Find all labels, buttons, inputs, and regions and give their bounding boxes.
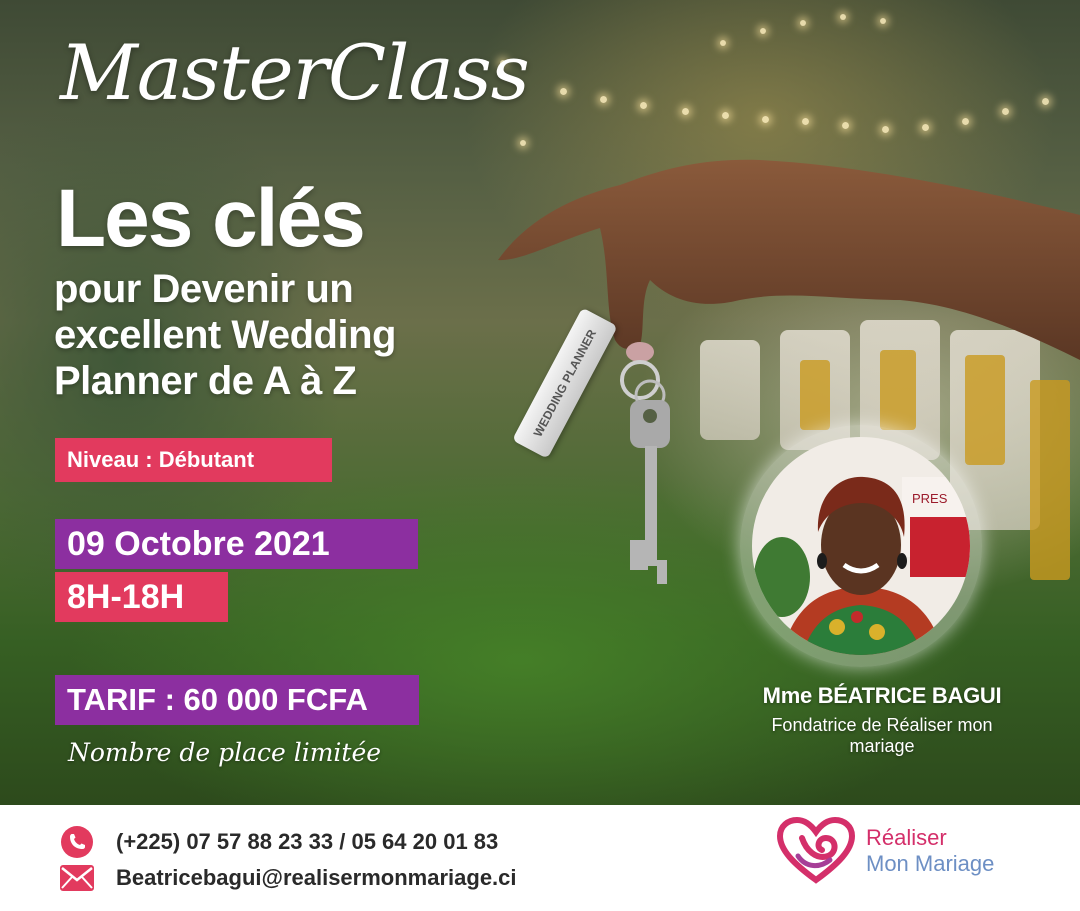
event-poster: WEDDING PLANNER MasterClass Les clés pou… (0, 0, 1080, 805)
brand-name: Réaliser Mon Mariage (866, 825, 994, 877)
brand-logo: Réaliser Mon Mariage (776, 816, 994, 886)
phone-number[interactable]: (+225) 07 57 88 23 33 / 05 64 20 01 83 (116, 829, 498, 855)
brand-heart-icon (776, 816, 856, 884)
email-contact: Beatricebagui@realisermonmariage.ci (60, 861, 517, 895)
price-badge: TARIF : 60 000 FCFA (55, 675, 419, 725)
headline: Les clés (56, 173, 366, 264)
subhead-line: pour Devenir un (54, 267, 354, 311)
phone-contact: (+225) 07 57 88 23 33 / 05 64 20 01 83 (60, 825, 498, 859)
email-address[interactable]: Beatricebagui@realisermonmariage.ci (116, 865, 517, 891)
subhead-line: excellent Wedding (54, 313, 396, 357)
speaker-role: Fondatrice de Réaliser mon mariage (771, 715, 993, 756)
subheadline: pour Devenir un excellent Wedding Planne… (54, 266, 396, 404)
speaker-photo: PRES (752, 437, 970, 655)
brand-line-1: Réaliser (866, 825, 947, 850)
brand-line-2: Mon Mariage (866, 851, 995, 876)
subhead-line: Planner de A à Z (54, 359, 357, 403)
event-time: 8H-18H (55, 572, 228, 622)
masterclass-title: MasterClass (60, 28, 530, 117)
portrait-sign-text: PRES (912, 491, 948, 506)
event-date: 09 Octobre 2021 (55, 519, 418, 569)
level-badge: Niveau : Débutant (55, 438, 332, 482)
limited-places-note: Nombre de place limitée (68, 738, 382, 767)
speaker-name: Mme BÉATRICE BAGUI (762, 683, 1002, 708)
key-icon (630, 400, 670, 584)
phone-icon (60, 825, 94, 859)
envelope-icon (60, 861, 94, 895)
